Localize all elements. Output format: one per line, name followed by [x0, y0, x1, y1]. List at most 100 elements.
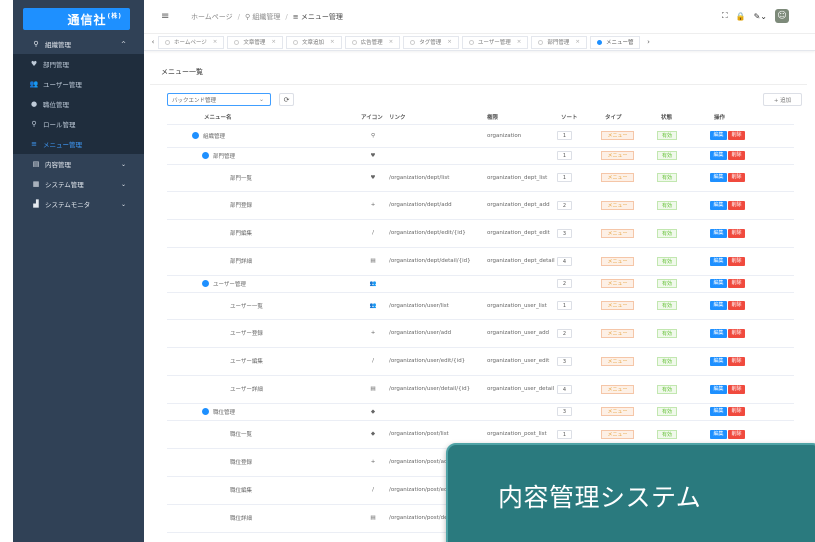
sidebar-item[interactable]: ▦ システム管理 ⌄: [13, 174, 144, 194]
edit-button[interactable]: 編集: [710, 384, 727, 394]
menu-name[interactable]: 組織管理: [167, 132, 357, 140]
sidebar-item[interactable]: ≡ メニュー管理: [13, 134, 144, 154]
edit-icon: ∕: [357, 219, 389, 248]
header-actions: ⛶ 🔒 ✎⌄ ☺: [722, 9, 789, 23]
delete-button[interactable]: 削除: [728, 301, 745, 310]
sort-value[interactable]: 3: [557, 407, 572, 416]
delete-button[interactable]: 削除: [728, 173, 745, 182]
delete-button[interactable]: 削除: [728, 131, 745, 140]
sidebar-item[interactable]: ▟ システムモニタ ⌄: [13, 194, 144, 214]
edit-button[interactable]: 編集: [710, 429, 727, 439]
post-icon: ◆: [357, 420, 389, 449]
delete-button[interactable]: 削除: [728, 356, 745, 366]
edit-button[interactable]: 編集: [710, 301, 727, 310]
edit-button[interactable]: 編集: [710, 200, 727, 210]
expand-icon[interactable]: [192, 132, 199, 139]
menu-name[interactable]: 職位管理: [167, 408, 357, 416]
close-icon[interactable]: ×: [389, 39, 394, 45]
edit-button[interactable]: 編集: [710, 173, 727, 182]
breadcrumb-separator: /: [285, 12, 288, 21]
add-button[interactable]: + 追加: [763, 93, 802, 106]
expand-icon[interactable]: [202, 408, 209, 415]
sort-value[interactable]: 3: [557, 356, 572, 366]
sidebar-item[interactable]: 👥 ユーザー管理: [13, 74, 144, 94]
edit-button[interactable]: 編集: [710, 151, 727, 160]
delete-button[interactable]: 削除: [728, 279, 745, 288]
tag-item[interactable]: メニュー管: [589, 35, 641, 49]
sidebar-item[interactable]: ● 職位管理: [13, 94, 144, 114]
header-operations: 操作: [710, 111, 794, 125]
edit-button[interactable]: 編集: [710, 131, 727, 140]
delete-button[interactable]: 削除: [728, 228, 745, 238]
sort-value[interactable]: 4: [557, 256, 572, 266]
menu-name[interactable]: ユーザー管理: [167, 280, 357, 288]
tag-item[interactable]: 文章追加 ×: [285, 35, 342, 49]
delete-button[interactable]: 削除: [728, 407, 745, 416]
edit-button[interactable]: 編集: [710, 279, 727, 288]
edit-button[interactable]: 編集: [710, 228, 727, 238]
close-icon[interactable]: ×: [447, 39, 452, 45]
sort-value[interactable]: 1: [557, 131, 572, 140]
tag-item[interactable]: 文章管理 ×: [227, 35, 283, 49]
cell-operations: 編集削除: [710, 375, 794, 404]
breadcrumb-item[interactable]: ⚲ 組織管理: [245, 12, 280, 22]
sort-value[interactable]: 1: [557, 429, 572, 439]
tag-dot: [234, 39, 240, 45]
tag-item[interactable]: ホームページ ×: [158, 35, 225, 49]
tags-scroll-left-icon[interactable]: ‹: [148, 38, 158, 46]
expand-icon[interactable]: [202, 280, 209, 287]
status-badge: 有効: [657, 173, 677, 182]
sidebar-item[interactable]: ⚲ 組織管理 ^: [13, 34, 144, 54]
tags-scroll-right-icon[interactable]: ›: [643, 38, 653, 46]
sort-value[interactable]: 3: [557, 228, 572, 238]
sidebar-item[interactable]: ⚲ ロール管理: [13, 114, 144, 134]
delete-button[interactable]: 削除: [728, 151, 745, 160]
post-icon: ●: [30, 100, 38, 108]
sort-value[interactable]: 1: [557, 173, 572, 182]
cell-name: 職位詳細: [167, 504, 357, 533]
sidebar-item-label: ユーザー管理: [43, 81, 82, 89]
delete-button[interactable]: 削除: [728, 328, 745, 338]
menu-category-select[interactable]: バックエンド管理 ⌄: [167, 93, 271, 106]
close-icon[interactable]: ×: [330, 39, 335, 45]
edit-button[interactable]: 編集: [710, 256, 727, 266]
tag-item[interactable]: 広告管理 ×: [344, 35, 401, 49]
sort-value[interactable]: 1: [557, 301, 572, 310]
sidebar-item[interactable]: ▤ 内容管理 ⌄: [13, 154, 144, 174]
refresh-button[interactable]: ⟳: [279, 93, 294, 106]
tag-item[interactable]: 部門管理 ×: [531, 35, 587, 49]
delete-button[interactable]: 削除: [728, 256, 745, 266]
close-icon[interactable]: ×: [575, 39, 580, 45]
type-badge: メニュー: [601, 131, 634, 140]
breadcrumb-item[interactable]: ホームページ: [191, 12, 233, 22]
tag-item[interactable]: ユーザー管理 ×: [461, 35, 529, 49]
tag-item[interactable]: タグ管理 ×: [403, 35, 459, 49]
hamburger-icon[interactable]: ≡: [161, 11, 173, 22]
sort-value[interactable]: 4: [557, 384, 572, 394]
sort-value[interactable]: 1: [557, 151, 572, 160]
edit-button[interactable]: 編集: [710, 328, 727, 338]
cell-link: /organization/user/edit/{id}: [389, 347, 487, 376]
delete-button[interactable]: 削除: [728, 384, 745, 394]
fullscreen-icon[interactable]: ⛶: [722, 11, 728, 21]
close-icon[interactable]: ×: [517, 39, 522, 45]
sort-value[interactable]: 2: [557, 328, 572, 338]
close-icon[interactable]: ×: [271, 39, 276, 45]
sidebar-item[interactable]: ♥ 部門管理: [13, 54, 144, 74]
avatar[interactable]: ☺: [775, 9, 789, 23]
close-icon[interactable]: ×: [213, 39, 218, 45]
font-size-icon[interactable]: ✎⌄: [754, 12, 767, 21]
cell-status: 有効: [657, 319, 710, 348]
delete-button[interactable]: 削除: [728, 429, 745, 439]
lock-icon[interactable]: 🔒: [736, 12, 746, 21]
expand-icon[interactable]: [202, 152, 209, 159]
edit-button[interactable]: 編集: [710, 356, 727, 366]
cell-operations: 編集削除: [710, 219, 794, 248]
sort-value[interactable]: 2: [557, 279, 572, 288]
menu-name[interactable]: 部門管理: [167, 152, 357, 160]
logo[interactable]: 通信社(株): [23, 8, 130, 30]
delete-button[interactable]: 削除: [728, 200, 745, 210]
edit-button[interactable]: 編集: [710, 407, 727, 416]
cell-permission: organization_user_detail: [487, 375, 557, 404]
sort-value[interactable]: 2: [557, 200, 572, 210]
